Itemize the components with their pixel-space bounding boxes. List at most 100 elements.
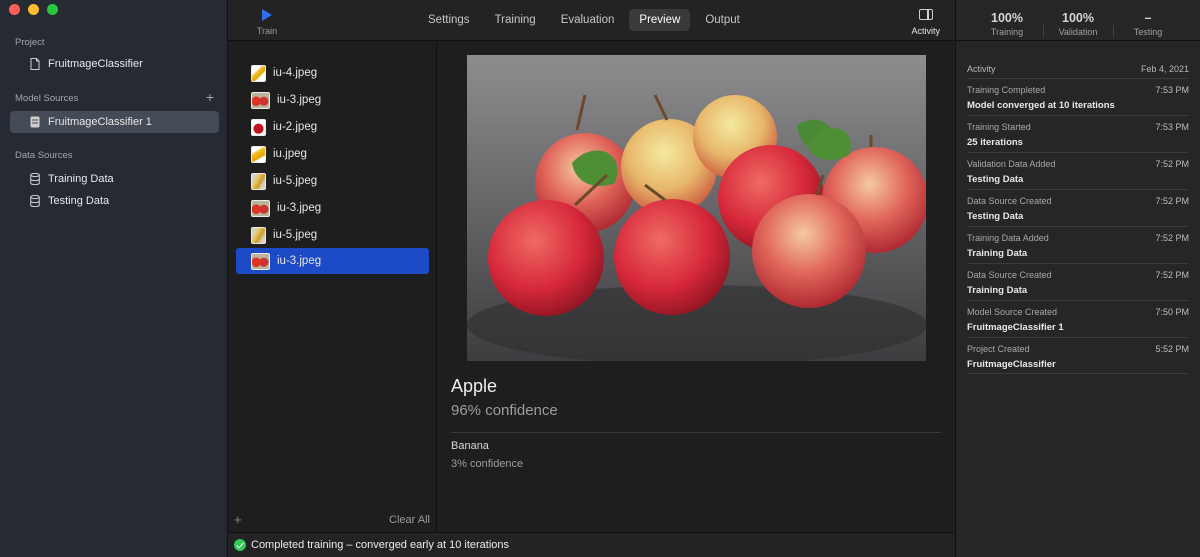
activity-time: 7:52 PM	[1155, 196, 1189, 206]
activity-label: Activity	[911, 26, 940, 36]
activity-time: 7:53 PM	[1155, 85, 1189, 95]
metric-label: Training	[990, 27, 1024, 37]
file-name: iu-5.jpeg	[273, 175, 318, 187]
database-icon	[30, 173, 40, 185]
model-source-name: FruitmageClassifier 1	[48, 116, 152, 128]
train-button[interactable]: Train	[248, 6, 286, 36]
file-name: iu-2.jpeg	[273, 121, 318, 133]
activity-subject: Testing Data	[967, 174, 1024, 185]
data-sources-section-title: Data Sources	[15, 150, 73, 161]
list-item-selected[interactable]: iu-3.jpeg	[236, 248, 429, 274]
activity-row: Training Data Added 7:52 PM Training Dat…	[967, 226, 1189, 263]
sidebar-item-project[interactable]: FruitmageClassifier	[10, 53, 219, 75]
apple-thumbnail-icon	[251, 118, 266, 136]
sidebar-item-label: Training Data	[48, 173, 114, 185]
file-name: iu-3.jpeg	[277, 255, 322, 267]
sidebar-item-testing-data[interactable]: Testing Data	[10, 190, 219, 212]
tab-preview[interactable]: Preview	[629, 9, 691, 31]
activity-event: Training Data Added	[967, 233, 1049, 243]
metric-label: Testing	[1133, 27, 1163, 37]
model-sources-section-title: Model Sources	[15, 93, 79, 104]
file-name: iu-4.jpeg	[273, 67, 318, 79]
activity-event: Project Created	[967, 344, 1030, 354]
activity-event: Data Source Created	[967, 196, 1052, 206]
file-name: iu-3.jpeg	[277, 202, 322, 214]
activity-row: Model Source Created 7:50 PM FruitmageCl…	[967, 300, 1189, 337]
sidebar-item-training-data[interactable]: Training Data	[10, 168, 219, 190]
metric-value: 100%	[1062, 11, 1094, 25]
list-item[interactable]: iu-4.jpeg	[236, 60, 429, 86]
activity-button[interactable]: Activity	[911, 9, 940, 36]
status-text: Completed training – converged early at …	[251, 539, 510, 551]
metrics-bar: 100% Training 100% Validation – Testing	[956, 0, 1200, 41]
train-label: Train	[256, 26, 278, 36]
activity-subject: Training Data	[967, 248, 1028, 259]
activity-time: 7:52 PM	[1155, 159, 1189, 169]
activity-row: Data Source Created 7:52 PM Training Dat…	[967, 263, 1189, 300]
activity-row: Validation Data Added 7:52 PM Testing Da…	[967, 152, 1189, 189]
list-item[interactable]: iu-5.jpeg	[236, 168, 429, 194]
sidebar-item-model-source[interactable]: FruitmageClassifier 1	[10, 111, 219, 133]
file-list: iu-4.jpeg iu-3.jpeg iu-2.jpeg iu.jpeg iu…	[228, 41, 437, 532]
activity-row: Training Started 7:53 PM 25 iterations	[967, 115, 1189, 152]
activity-subject: FruitmageClassifier	[967, 359, 1056, 370]
list-item[interactable]: iu.jpeg	[236, 141, 429, 167]
tab-settings[interactable]: Settings	[418, 9, 480, 31]
project-section-title: Project	[15, 37, 45, 48]
sidebar-item-label: Testing Data	[48, 195, 110, 207]
activity-subject: FruitmageClassifier 1	[967, 322, 1064, 333]
prediction-label: Apple	[451, 376, 498, 396]
add-file-button[interactable]: +	[234, 512, 242, 527]
activity-time: 7:53 PM	[1155, 122, 1189, 132]
zoom-window-button[interactable]	[47, 4, 58, 15]
list-item[interactable]: iu-2.jpeg	[236, 114, 429, 140]
activity-row: Data Source Created 7:52 PM Testing Data	[967, 189, 1189, 226]
banana-thumbnail-icon	[251, 172, 266, 190]
activity-event: Model Source Created	[967, 307, 1058, 317]
tab-output[interactable]: Output	[695, 9, 750, 31]
divider	[451, 432, 941, 433]
activity-subject: Model converged at 10 iterations	[967, 100, 1115, 111]
activity-subject: Testing Data	[967, 211, 1024, 222]
list-item[interactable]: iu-3.jpeg	[236, 87, 429, 113]
play-icon	[262, 9, 272, 21]
activity-title: Activity	[967, 64, 996, 74]
activity-event: Data Source Created	[967, 270, 1052, 280]
model-icon	[30, 116, 40, 128]
activity-time: 5:52 PM	[1155, 344, 1189, 354]
tab-evaluation[interactable]: Evaluation	[551, 9, 625, 31]
secondary-prediction-confidence: 3% confidence	[451, 458, 524, 470]
banana-thumbnail-icon	[251, 145, 266, 163]
toolbar: Train Settings Training Evaluation Previ…	[228, 0, 954, 41]
file-list-footer: + Clear All	[228, 508, 437, 532]
file-name: iu.jpeg	[273, 148, 307, 160]
secondary-prediction-label: Banana	[451, 440, 489, 452]
prediction-confidence: 96% confidence	[451, 402, 558, 419]
metric-validation: 100% Validation	[1043, 11, 1113, 37]
apples-thumbnail-icon	[251, 252, 270, 270]
activity-event: Validation Data Added	[967, 159, 1056, 169]
activity-row: Project Created 5:52 PM FruitmageClassif…	[967, 337, 1189, 374]
list-item[interactable]: iu-5.jpeg	[236, 222, 429, 248]
tab-training[interactable]: Training	[485, 9, 546, 31]
list-item[interactable]: iu-3.jpeg	[236, 195, 429, 221]
banana-thumbnail-icon	[251, 64, 266, 82]
activity-time: 7:52 PM	[1155, 233, 1189, 243]
sidebar: Project FruitmageClassifier Model Source…	[0, 0, 228, 557]
activity-row: Training Completed 7:53 PM Model converg…	[967, 78, 1189, 115]
add-model-source-button[interactable]: +	[206, 90, 214, 104]
activity-time: 7:52 PM	[1155, 270, 1189, 280]
preview-image	[467, 55, 926, 361]
project-name: FruitmageClassifier	[48, 58, 143, 70]
metric-value: 100%	[991, 11, 1023, 25]
metric-value: –	[1144, 11, 1152, 25]
activity-time: 7:50 PM	[1155, 307, 1189, 317]
clear-all-button[interactable]: Clear All	[389, 514, 430, 526]
apples-thumbnail-icon	[251, 91, 270, 109]
apples-thumbnail-icon	[251, 199, 270, 217]
preview-pane: Apple 96% confidence Banana 3% confidenc…	[438, 41, 954, 532]
activity-date: Feb 4, 2021	[1140, 64, 1189, 74]
metric-training: 100% Training	[972, 11, 1042, 37]
minimize-window-button[interactable]	[28, 4, 39, 15]
close-window-button[interactable]	[9, 4, 20, 15]
